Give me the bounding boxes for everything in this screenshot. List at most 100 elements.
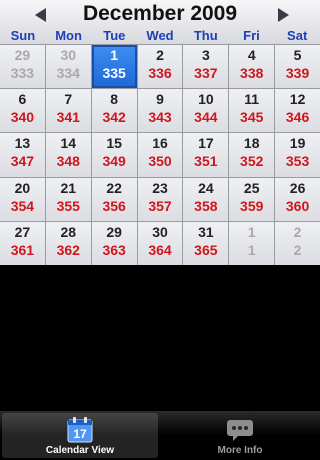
day-of-year-number: 345 xyxy=(240,109,264,126)
calendar-grid: 29 333 30 334 1 335 2 336 3 337 4 338 5 339 6 340 7 341 8 3… xyxy=(0,44,320,265)
day-of-year-number: 360 xyxy=(285,197,310,214)
day-number: 15 xyxy=(106,135,122,152)
day-of-year-number: 333 xyxy=(10,65,35,81)
day-number: 27 xyxy=(14,223,31,240)
tab-more-info[interactable]: More Info xyxy=(162,413,318,458)
calendar-day-cell[interactable]: 6 340 xyxy=(0,89,45,133)
day-number: 19 xyxy=(289,135,306,152)
day-number: 4 xyxy=(247,47,256,63)
weekday-label: Sun xyxy=(10,28,36,43)
day-of-year-number: 336 xyxy=(148,65,172,81)
day-number: 28 xyxy=(60,223,77,240)
day-of-year-number: 359 xyxy=(240,197,264,214)
speech-bubble-icon xyxy=(227,420,253,441)
day-number: 8 xyxy=(110,91,119,108)
calendar-day-cell[interactable]: 22 xyxy=(275,221,320,265)
calendar-day-cell[interactable]: 28 362 xyxy=(45,221,91,265)
day-of-year-number: 365 xyxy=(194,241,218,258)
calendar-day-cell[interactable]: 29 333 xyxy=(0,45,45,89)
day-number: 18 xyxy=(243,135,260,152)
calendar-day-cell[interactable]: 27 361 xyxy=(0,221,45,265)
day-number: 29 xyxy=(14,47,31,63)
day-number: 1 xyxy=(247,223,256,240)
tab-label: More Info xyxy=(217,445,263,456)
tab-calendar-view[interactable]: 17 Calendar View xyxy=(2,413,158,458)
day-of-year-number: 355 xyxy=(56,197,80,214)
day-number: 6 xyxy=(18,91,27,108)
calendar-day-cell[interactable]: 13 347 xyxy=(0,133,45,177)
day-number: 3 xyxy=(201,47,210,63)
day-of-year-number: 357 xyxy=(148,197,172,214)
calendar-day-cell[interactable]: 7 341 xyxy=(45,89,91,133)
calendar-header: December 2009 Sun Mon Tue Wed Thu Fri Sa… xyxy=(0,0,320,44)
day-of-year-number: 335 xyxy=(102,65,126,81)
calendar-day-cell[interactable]: 5 339 xyxy=(275,45,320,89)
day-number: 21 xyxy=(60,179,77,196)
calendar-day-cell[interactable]: 11 xyxy=(229,221,275,265)
day-of-year-number: 353 xyxy=(285,153,310,170)
next-month-button[interactable] xyxy=(273,6,293,24)
calendar-day-cell[interactable]: 29 363 xyxy=(91,221,137,265)
day-of-year-number: 344 xyxy=(194,109,218,126)
day-of-year-number: 342 xyxy=(102,109,126,126)
day-number: 2 xyxy=(156,47,164,63)
day-of-year-number: 354 xyxy=(10,197,35,214)
day-number: 9 xyxy=(156,91,164,108)
calendar-day-cell[interactable]: 10 344 xyxy=(183,89,229,133)
day-number: 14 xyxy=(60,135,77,152)
calendar-day-cell[interactable]: 12 346 xyxy=(275,89,320,133)
day-of-year-number: 348 xyxy=(56,153,80,170)
weekday-label: Thu xyxy=(193,28,218,43)
day-number: 22 xyxy=(106,179,122,196)
day-of-year-number: 338 xyxy=(240,65,264,81)
calendar-day-cell[interactable]: 30 364 xyxy=(137,221,183,265)
day-of-year-number: 1 xyxy=(247,241,256,258)
weekday-label: Mon xyxy=(55,28,82,43)
calendar-day-cell[interactable]: 15 349 xyxy=(91,133,137,177)
weekday-label: Sat xyxy=(287,28,308,43)
calendar-day-cell[interactable]: 23 357 xyxy=(137,177,183,221)
calendar-day-cell[interactable]: 11 345 xyxy=(229,89,275,133)
day-of-year-number: 343 xyxy=(148,109,172,126)
calendar-day-cell[interactable]: 26 360 xyxy=(275,177,320,221)
svg-text:17: 17 xyxy=(73,427,87,441)
calendar-day-cell[interactable]: 30 334 xyxy=(45,45,91,89)
day-number: 2 xyxy=(293,223,302,240)
calendar-day-cell[interactable]: 31 365 xyxy=(183,221,229,265)
calendar-day-cell[interactable]: 16 350 xyxy=(137,133,183,177)
calendar-day-cell-selected[interactable]: 1 335 xyxy=(91,45,137,89)
calendar-day-cell[interactable]: 22 356 xyxy=(91,177,137,221)
weekday-label: Tue xyxy=(103,28,126,43)
day-of-year-number: 349 xyxy=(102,153,126,170)
calendar-day-cell[interactable]: 17 351 xyxy=(183,133,229,177)
day-number: 16 xyxy=(152,135,168,152)
calendar-day-cell[interactable]: 2 336 xyxy=(137,45,183,89)
day-of-year-number: 347 xyxy=(10,153,35,170)
calendar-day-cell[interactable]: 19 353 xyxy=(275,133,320,177)
day-number: 31 xyxy=(198,223,214,240)
calendar-day-cell[interactable]: 25 359 xyxy=(229,177,275,221)
day-of-year-number: 2 xyxy=(293,241,302,258)
calendar-day-cell[interactable]: 14 348 xyxy=(45,133,91,177)
calendar-day-cell[interactable]: 4 338 xyxy=(229,45,275,89)
day-number: 17 xyxy=(198,135,214,152)
day-of-year-number: 337 xyxy=(194,65,218,81)
tab-bar: 17 Calendar View More Info xyxy=(0,411,320,460)
day-of-year-number: 346 xyxy=(285,109,310,126)
calendar-day-cell[interactable]: 21 355 xyxy=(45,177,91,221)
calendar-day-cell[interactable]: 20 354 xyxy=(0,177,45,221)
day-number: 1 xyxy=(110,47,119,63)
day-number: 7 xyxy=(64,91,73,108)
month-title: December 2009 xyxy=(82,2,238,25)
calendar-day-cell[interactable]: 3 337 xyxy=(183,45,229,89)
calendar-day-cell[interactable]: 18 352 xyxy=(229,133,275,177)
day-of-year-number: 341 xyxy=(56,109,80,126)
calendar-day-cell[interactable]: 9 343 xyxy=(137,89,183,133)
triangle-right-icon xyxy=(278,8,289,22)
weekday-row: Sun Mon Tue Wed Thu Fri Sat xyxy=(0,28,320,44)
weekday-label: Fri xyxy=(243,28,260,43)
calendar-day-cell[interactable]: 8 342 xyxy=(91,89,137,133)
day-number: 30 xyxy=(60,47,77,63)
day-of-year-number: 364 xyxy=(148,241,172,258)
calendar-day-cell[interactable]: 24 358 xyxy=(183,177,229,221)
